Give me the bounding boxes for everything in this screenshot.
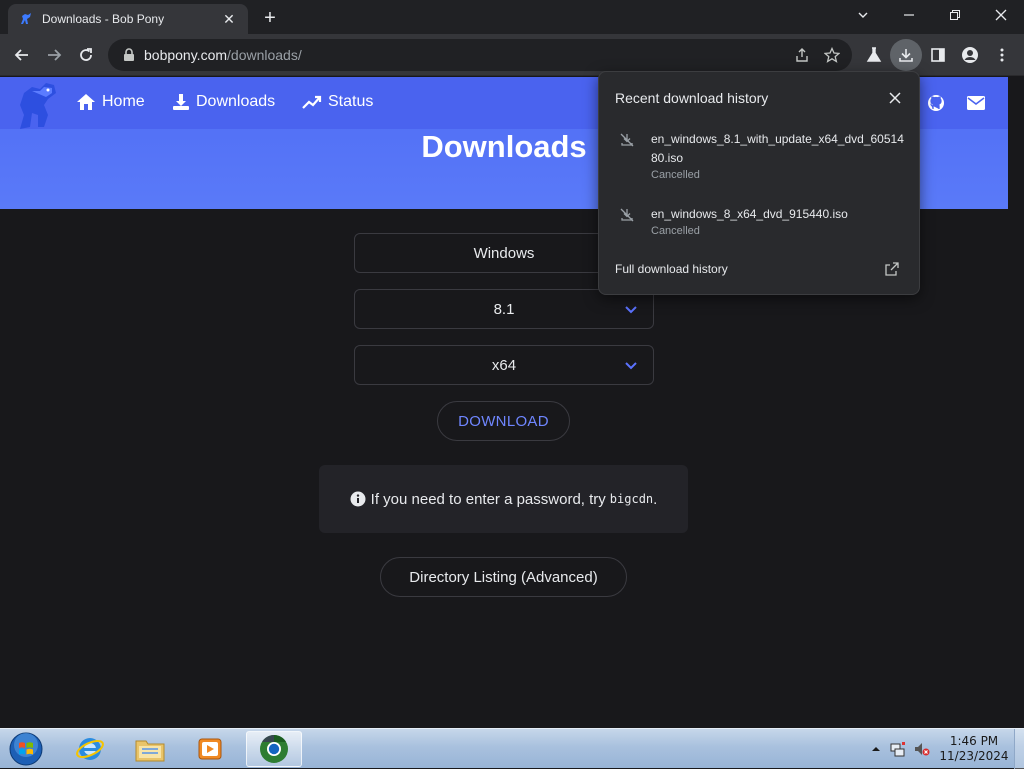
- restore-button[interactable]: [932, 0, 978, 30]
- nav-downloads[interactable]: Downloads: [172, 93, 275, 111]
- new-tab-button[interactable]: +: [258, 6, 282, 30]
- windows-taskbar: 1:46 PM 11/23/2024: [0, 728, 1024, 769]
- nav-home[interactable]: Home: [76, 93, 145, 111]
- info-icon: [350, 491, 366, 507]
- site-favicon-icon: [18, 11, 34, 27]
- version-select[interactable]: 8.1: [354, 289, 654, 329]
- download-item-name: en_windows_8.1_with_update_x64_dvd_60514…: [651, 132, 904, 165]
- open-external-icon[interactable]: [885, 262, 899, 276]
- os-select-value: Windows: [473, 244, 535, 262]
- trend-icon: [302, 95, 322, 109]
- password-code: bigcdn: [609, 492, 654, 506]
- address-bar[interactable]: bobpony.com/downloads/: [108, 39, 852, 71]
- profile-avatar-icon[interactable]: [954, 39, 986, 71]
- url-host: bobpony.com: [144, 47, 228, 63]
- download-cancelled-icon: [620, 133, 634, 147]
- download-icon: [173, 94, 189, 110]
- site-logo[interactable]: [10, 79, 62, 131]
- share-icon[interactable]: [790, 43, 814, 67]
- taskbar-clock[interactable]: 1:46 PM 11/23/2024: [938, 734, 1010, 764]
- home-icon: [77, 94, 95, 110]
- download-item-status: Cancelled: [651, 169, 700, 181]
- show-desktop-button[interactable]: [1014, 729, 1024, 769]
- folder-icon: [135, 740, 165, 762]
- lock-icon[interactable]: [122, 48, 136, 62]
- back-button[interactable]: [6, 39, 38, 71]
- bookmark-star-icon[interactable]: [820, 43, 844, 67]
- download-button[interactable]: DOWNLOAD: [437, 401, 570, 441]
- browser-titlebar: Downloads - Bob Pony ✕ +: [0, 0, 1024, 34]
- windows-logo-icon: [9, 732, 43, 766]
- download-item[interactable]: en_windows_8_x64_dvd_915440.iso Cancelle…: [615, 205, 907, 245]
- info-text: If you need to enter a password, try: [370, 490, 606, 508]
- download-item-name: en_windows_8_x64_dvd_915440.iso: [651, 207, 848, 221]
- github-icon[interactable]: [926, 93, 946, 113]
- download-item-status: Cancelled: [651, 225, 700, 237]
- mail-icon[interactable]: [966, 93, 986, 113]
- nav-status-label: Status: [328, 93, 374, 110]
- clock-time: 1:46 PM: [949, 734, 999, 748]
- downloads-toolbar-icon[interactable]: [890, 39, 922, 71]
- nav-status[interactable]: Status: [302, 93, 373, 111]
- browser-menu-icon[interactable]: [986, 39, 1018, 71]
- arch-select-value: x64: [491, 356, 517, 374]
- taskbar-media-player[interactable]: [182, 731, 238, 767]
- media-player-icon: [198, 738, 222, 760]
- volume-muted-icon[interactable]: [914, 741, 930, 757]
- forward-button[interactable]: [38, 39, 70, 71]
- chevron-down-icon: [625, 306, 637, 314]
- downloads-popup: Recent download history en_windows_8.1_w…: [598, 71, 920, 295]
- clock-date: 11/23/2024: [939, 749, 1009, 763]
- tab-close-icon[interactable]: ✕: [220, 10, 238, 28]
- tab-search-chevron-icon[interactable]: [840, 0, 886, 30]
- directory-listing-button[interactable]: Directory Listing (Advanced): [380, 557, 627, 597]
- full-download-history-link[interactable]: Full download history: [615, 262, 728, 276]
- download-cancelled-icon: [620, 208, 634, 222]
- close-icon[interactable]: [887, 90, 903, 106]
- tray-expand-icon[interactable]: [868, 741, 884, 757]
- page-scrollbar[interactable]: [1008, 77, 1024, 728]
- nav-home-label: Home: [102, 93, 145, 110]
- start-button[interactable]: [4, 730, 48, 768]
- chevron-down-icon: [625, 362, 637, 370]
- chrome-icon: [260, 735, 288, 763]
- network-icon[interactable]: [890, 741, 906, 757]
- side-panel-icon[interactable]: [922, 39, 954, 71]
- downloads-popup-title: Recent download history: [615, 90, 769, 106]
- nav-downloads-label: Downloads: [196, 93, 276, 110]
- taskbar-chrome-active[interactable]: [246, 731, 302, 767]
- reload-button[interactable]: [70, 39, 102, 71]
- browser-toolbar: bobpony.com/downloads/: [0, 34, 1024, 76]
- info-suffix: .: [653, 490, 658, 508]
- internet-explorer-icon: [76, 738, 104, 760]
- download-item[interactable]: en_windows_8.1_with_update_x64_dvd_60514…: [615, 130, 907, 186]
- browser-tab[interactable]: Downloads - Bob Pony ✕: [8, 4, 248, 34]
- close-window-button[interactable]: [978, 0, 1024, 30]
- taskbar-internet-explorer[interactable]: [62, 731, 118, 767]
- url-path: /downloads/: [227, 47, 302, 63]
- version-select-value: 8.1: [493, 300, 515, 318]
- password-info-box: If you need to enter a password, try big…: [319, 465, 688, 533]
- tab-title: Downloads - Bob Pony: [42, 12, 165, 26]
- taskbar-file-explorer[interactable]: [122, 731, 178, 767]
- arch-select[interactable]: x64: [354, 345, 654, 385]
- labs-flask-icon[interactable]: [858, 39, 890, 71]
- minimize-button[interactable]: [886, 0, 932, 30]
